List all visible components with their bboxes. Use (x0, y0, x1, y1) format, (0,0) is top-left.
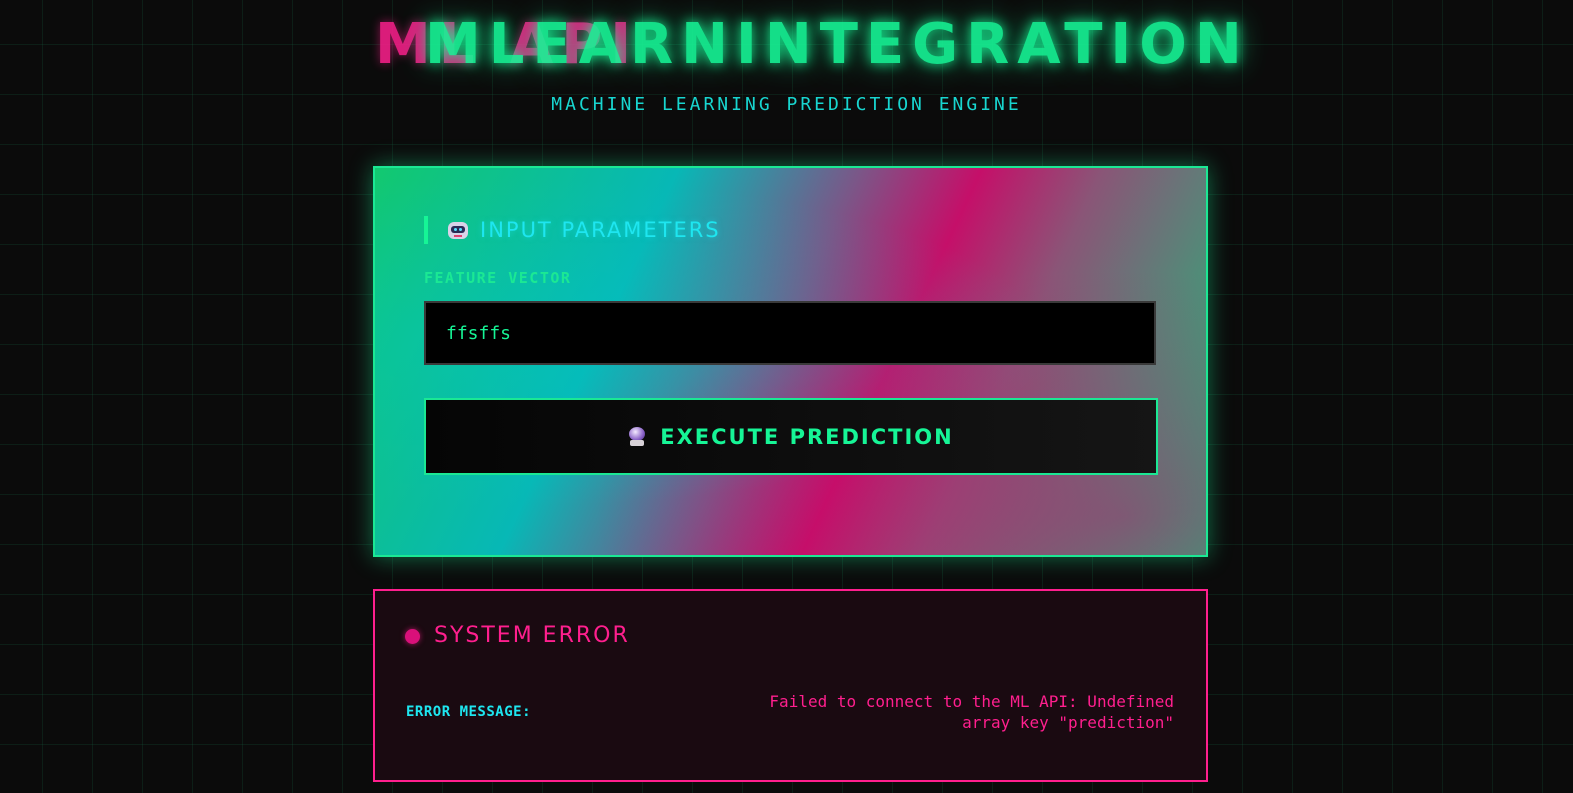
crystal-ball-icon (628, 426, 646, 447)
app-title: ML API MLEARNINTEGRATION (0, 10, 1573, 80)
app-subtitle: MACHINE LEARNING PREDICTION ENGINE (551, 94, 1022, 115)
error-message-label: ERROR MESSAGE: (406, 704, 532, 720)
error-message-text: Failed to connect to the ML API: Undefin… (769, 692, 1174, 732)
app-title-main-layer: MLEARNINTEGRATION (425, 12, 1250, 77)
input-parameters-panel: INPUT PARAMETERS FEATURE VECTOR EXECUTE … (373, 166, 1208, 557)
error-status-dot-icon (405, 629, 420, 644)
system-error-panel: SYSTEM ERROR ERROR MESSAGE: Failed to co… (373, 589, 1208, 782)
error-title: SYSTEM ERROR (434, 623, 630, 648)
robot-icon (446, 219, 470, 241)
feature-vector-input[interactable] (424, 301, 1156, 365)
execute-prediction-label: EXECUTE PREDICTION (660, 424, 954, 449)
feature-vector-label: FEATURE VECTOR (424, 269, 572, 287)
panel-heading: INPUT PARAMETERS (424, 216, 721, 244)
execute-prediction-button[interactable]: EXECUTE PREDICTION (424, 398, 1158, 475)
panel-heading-text: INPUT PARAMETERS (480, 218, 721, 242)
